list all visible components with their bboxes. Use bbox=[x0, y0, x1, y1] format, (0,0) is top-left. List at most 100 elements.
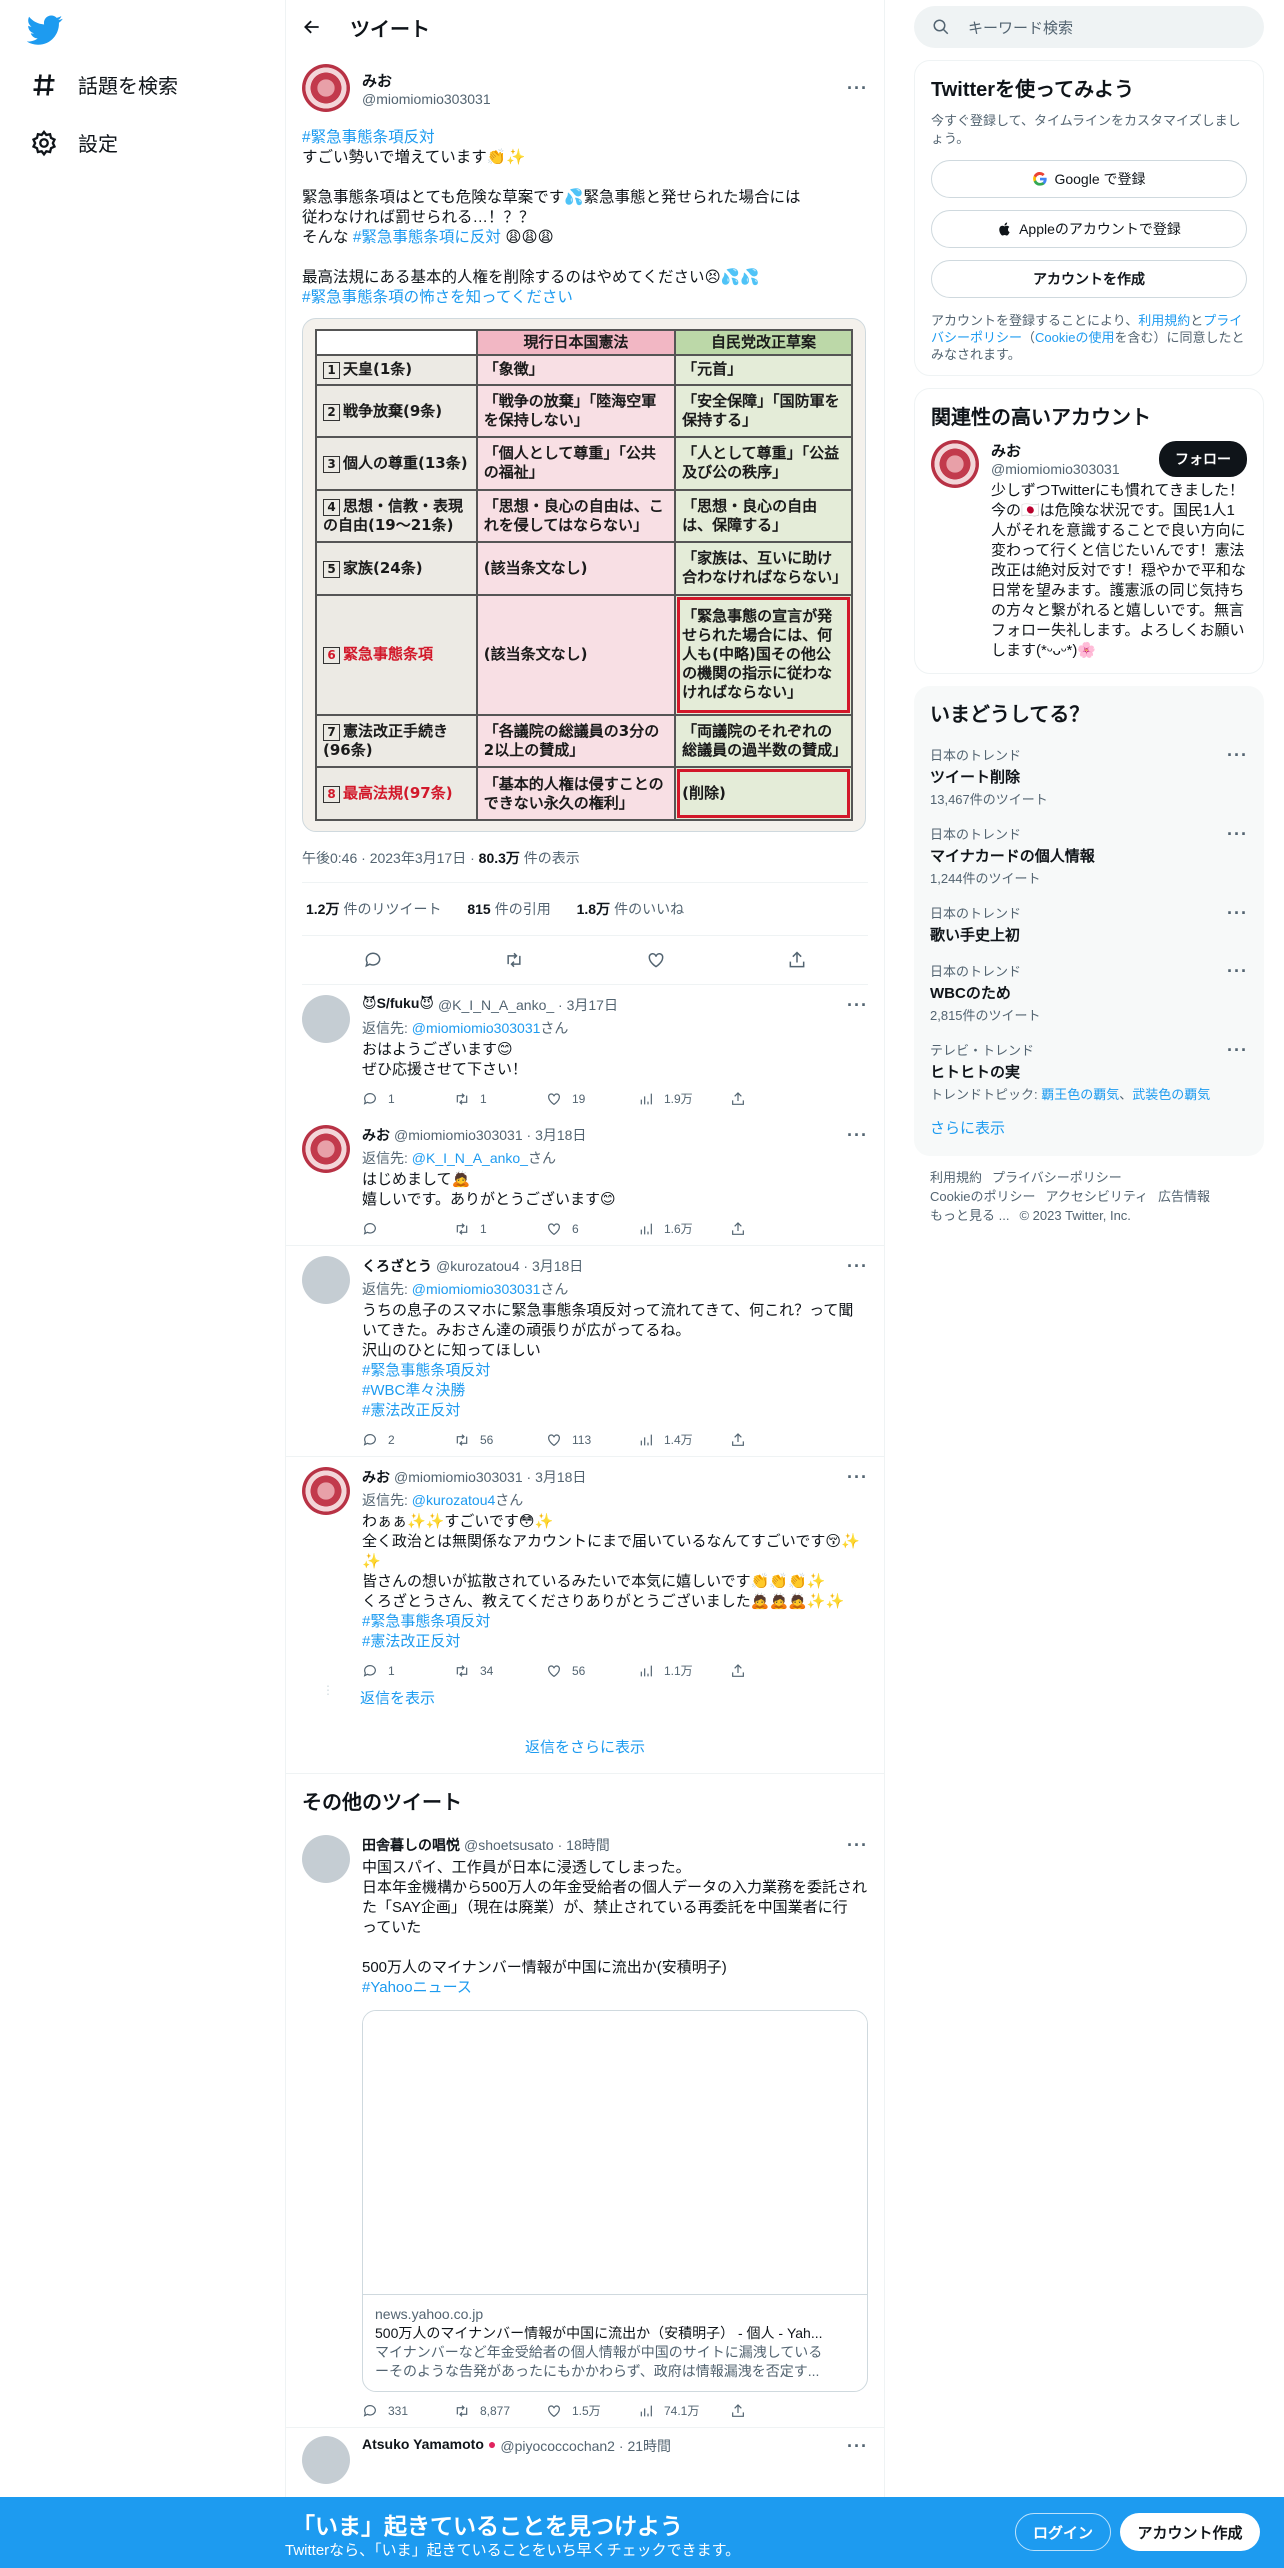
link-card[interactable]: news.yahoo.co.jp 500万人のマイナンバー情報が中国に流出か（安… bbox=[362, 2010, 868, 2392]
footer-link[interactable]: プライバシーポリシー bbox=[992, 1170, 1122, 1185]
reply-tweet[interactable]: みお @miomiomio303031 · 3月18日 ··· 返信先: @K_I_N… bbox=[286, 1115, 884, 1245]
retweet-action[interactable]: 1 bbox=[454, 1091, 546, 1107]
related-handle[interactable]: @miomiomio303031 bbox=[991, 461, 1159, 477]
share-action[interactable] bbox=[730, 2403, 822, 2419]
avatar[interactable] bbox=[302, 1835, 350, 1883]
like-action[interactable]: 1.5万 bbox=[546, 2402, 638, 2419]
trend-item[interactable]: 日本のトレンド マイナカードの個人情報 1,244件のツイート ··· bbox=[930, 816, 1248, 895]
author-name[interactable]: みお bbox=[362, 70, 847, 91]
avatar[interactable] bbox=[302, 995, 350, 1043]
more-icon[interactable]: ··· bbox=[847, 2436, 868, 2457]
hashtag-link[interactable]: #憲法改正反対 bbox=[362, 1401, 868, 1421]
hashtag-link[interactable]: #緊急事態条項反対 bbox=[362, 1612, 868, 1632]
more-icon[interactable]: ··· bbox=[847, 995, 868, 1016]
terms-link[interactable]: 利用規約 bbox=[1138, 313, 1190, 328]
back-arrow-icon[interactable] bbox=[302, 17, 322, 37]
retweet-action[interactable]: 8,877 bbox=[454, 2403, 546, 2419]
author-name[interactable]: 😈S/fuku😈 bbox=[362, 995, 434, 1016]
google-signup-button[interactable]: Google で登録 bbox=[931, 160, 1247, 198]
show-more-replies-link[interactable]: 返信をさらに表示 bbox=[286, 1720, 884, 1774]
views-action[interactable]: 1.1万 bbox=[638, 1662, 730, 1679]
like-icon[interactable] bbox=[646, 950, 666, 970]
more-icon[interactable]: ··· bbox=[1227, 961, 1248, 982]
reply-action[interactable]: 331 bbox=[362, 2403, 454, 2419]
more-icon[interactable]: ··· bbox=[1227, 1040, 1248, 1061]
tweet-image[interactable]: 現行日本国憲法 自民党改正草案 1 天皇(1条) 「象徴」 「元首」 2 戦争放棄(9条)… bbox=[302, 318, 866, 832]
trend-item[interactable]: 日本のトレンド ツイート削除 13,467件のツイート ··· bbox=[930, 737, 1248, 816]
like-action[interactable]: 6 bbox=[546, 1221, 638, 1237]
mention-link[interactable]: @miomiomio303031 bbox=[412, 1020, 541, 1036]
author-name[interactable]: Atsuko Yamamoto bbox=[362, 2436, 484, 2457]
likes-stat[interactable]: 1.8万 件のいいね bbox=[577, 901, 684, 917]
retweet-action[interactable]: 56 bbox=[454, 1432, 546, 1448]
like-action[interactable]: 56 bbox=[546, 1663, 638, 1679]
twitter-logo-icon[interactable] bbox=[27, 12, 63, 48]
tweet-date[interactable]: 3月17日 bbox=[567, 997, 618, 1013]
footer-link[interactable]: 広告情報 bbox=[1158, 1189, 1210, 1204]
other-tweet[interactable]: 田舎暮しの唱悦 @shoetsusato · 18時間 ··· 中国スパイ、工作… bbox=[286, 1827, 884, 2427]
trend-item[interactable]: 日本のトレンド 歌い手史上初 ··· bbox=[930, 895, 1248, 953]
author-handle[interactable]: @miomiomio303031 bbox=[394, 1469, 523, 1485]
footer-link[interactable]: アクセシビリティ bbox=[1045, 1189, 1148, 1204]
reply-action[interactable] bbox=[362, 1221, 454, 1237]
share-action[interactable] bbox=[730, 1432, 822, 1448]
tweet-time[interactable]: 18時間 bbox=[566, 1837, 610, 1853]
views-action[interactable]: 74.1万 bbox=[638, 2402, 730, 2419]
tweet-time[interactable]: 21時間 bbox=[627, 2438, 671, 2454]
reply-icon[interactable] bbox=[363, 950, 383, 970]
author-handle[interactable]: @shoetsusato bbox=[464, 1837, 554, 1853]
login-button[interactable]: ログイン bbox=[1015, 2513, 1111, 2551]
like-action[interactable]: 113 bbox=[546, 1432, 638, 1448]
apple-signup-button[interactable]: Appleのアカウントで登録 bbox=[931, 210, 1247, 248]
tweet-date[interactable]: 3月18日 bbox=[535, 1469, 586, 1485]
related-name[interactable]: みお bbox=[991, 440, 1159, 461]
hashtag-link[interactable]: #緊急事態条項反対 bbox=[302, 128, 868, 148]
share-action[interactable] bbox=[730, 1663, 822, 1679]
nav-settings[interactable]: 設定 bbox=[30, 128, 118, 157]
tweet-time[interactable]: 午後0:46 bbox=[302, 850, 357, 866]
author-handle[interactable]: @K_I_N_A_anko_ bbox=[438, 997, 554, 1013]
author-handle[interactable]: @miomiomio303031 bbox=[362, 91, 847, 107]
more-icon[interactable]: ··· bbox=[847, 1467, 868, 1488]
more-icon[interactable]: ··· bbox=[847, 1256, 868, 1277]
retweet-icon[interactable] bbox=[504, 950, 524, 970]
more-icon[interactable]: ··· bbox=[1227, 824, 1248, 845]
avatar[interactable] bbox=[931, 440, 979, 488]
hashtag-link[interactable]: #WBC準々決勝 bbox=[362, 1381, 868, 1401]
views-action[interactable]: 1.9万 bbox=[638, 1090, 730, 1107]
mention-link[interactable]: @K_I_N_A_anko_ bbox=[412, 1150, 528, 1166]
retweet-action[interactable]: 1 bbox=[454, 1221, 546, 1237]
reply-tweet[interactable]: みお @miomiomio303031 · 3月18日 ··· 返信先: @kuroz… bbox=[286, 1457, 884, 1687]
nav-explore[interactable]: 話題を検索 bbox=[30, 70, 178, 99]
next-tweet[interactable]: Atsuko Yamamoto ● @piyococcochan2 · 21時間… bbox=[286, 2428, 884, 2492]
trend-item[interactable]: 日本のトレンド WBCのため 2,815件のツイート ··· bbox=[930, 953, 1248, 1032]
search-input[interactable]: キーワード検索 bbox=[914, 6, 1264, 48]
hashtag-link[interactable]: #Yahooニュース bbox=[362, 1978, 868, 1998]
more-icon[interactable]: ··· bbox=[847, 1125, 868, 1146]
like-action[interactable]: 19 bbox=[546, 1091, 638, 1107]
more-icon[interactable]: ··· bbox=[1227, 903, 1248, 924]
author-handle[interactable]: @piyococcochan2 bbox=[500, 2438, 615, 2454]
avatar[interactable] bbox=[302, 64, 350, 112]
reply-tweet[interactable]: 😈S/fuku😈 @K_I_N_A_anko_ · 3月17日 ··· 返信先: @m… bbox=[286, 985, 884, 1115]
footer-link[interactable]: Cookieのポリシー bbox=[930, 1189, 1035, 1204]
retweet-action[interactable]: 34 bbox=[454, 1663, 546, 1679]
more-icon[interactable]: ··· bbox=[847, 78, 868, 99]
avatar[interactable] bbox=[302, 1467, 350, 1515]
author-handle[interactable]: @kurozatou4 bbox=[436, 1258, 519, 1274]
author-name[interactable]: みお bbox=[362, 1125, 390, 1146]
share-icon[interactable] bbox=[787, 950, 807, 970]
reply-action[interactable]: 1 bbox=[362, 1091, 454, 1107]
signup-button[interactable]: アカウント作成 bbox=[1120, 2513, 1260, 2551]
avatar[interactable] bbox=[302, 2436, 350, 2484]
author-name[interactable]: くろざとう bbox=[362, 1256, 432, 1277]
hashtag-link[interactable]: #緊急事態条項の怖さを知ってください bbox=[302, 288, 868, 308]
author-name[interactable]: みお bbox=[362, 1467, 390, 1488]
mention-link[interactable]: @miomiomio303031 bbox=[412, 1281, 541, 1297]
show-more-link[interactable]: さらに表示 bbox=[930, 1120, 1005, 1137]
more-icon[interactable]: ··· bbox=[1227, 745, 1248, 766]
reply-action[interactable]: 1 bbox=[362, 1663, 454, 1679]
tweet-date[interactable]: 3月18日 bbox=[532, 1258, 583, 1274]
quotes-stat[interactable]: 815 件の引用 bbox=[467, 901, 550, 917]
tweet-date[interactable]: 2023年3月17日 bbox=[370, 850, 467, 866]
